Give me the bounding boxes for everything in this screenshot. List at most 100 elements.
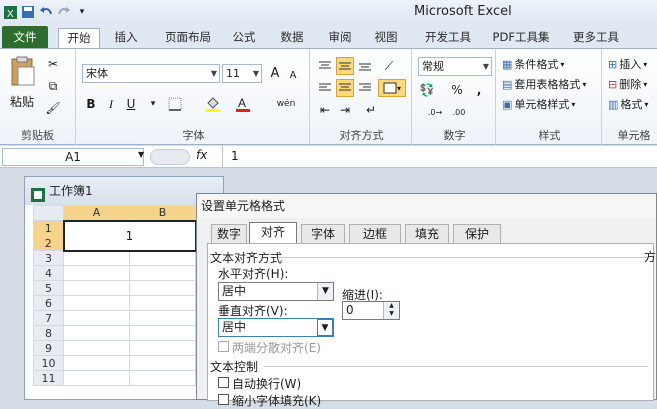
distributed-checkbox[interactable] [218, 341, 229, 352]
grid-cell[interactable] [129, 280, 196, 296]
row-header[interactable]: 10 [33, 355, 64, 371]
merge-center-icon[interactable]: ▾ [378, 79, 406, 97]
row-header[interactable]: 2 [33, 235, 64, 251]
grid-cell[interactable] [63, 295, 130, 311]
borders-icon[interactable] [166, 95, 184, 113]
vertical-align-select[interactable]: 居中 ▼ [218, 318, 334, 337]
table-format-button[interactable]: ▤ 套用表格格式 ▾ [502, 75, 586, 93]
format-cells-button[interactable]: ▥ 格式 ▾ [608, 95, 648, 113]
grid-cell[interactable] [129, 250, 196, 266]
grow-font-button[interactable]: A [266, 64, 284, 82]
dialog-tab-number[interactable]: 数字 [211, 224, 247, 243]
row-header[interactable]: 5 [33, 280, 64, 296]
row-header[interactable]: 9 [33, 340, 64, 356]
indent-stepper[interactable]: 0 ▲ ▼ [342, 301, 400, 320]
align-top-icon[interactable] [316, 57, 334, 75]
wrap-text-icon[interactable]: ↵ [362, 101, 380, 119]
font-color-icon[interactable]: A [234, 95, 252, 113]
grid-cell[interactable] [129, 325, 196, 341]
dialog-tab-fill[interactable]: 填充 [405, 224, 449, 243]
font-size-combo[interactable]: 11 ▼ [222, 64, 262, 83]
row-header[interactable]: 4 [33, 265, 64, 281]
grid-cell[interactable] [63, 265, 130, 281]
wrap-text-checkbox[interactable] [218, 377, 229, 388]
percent-button[interactable]: % [448, 81, 466, 99]
grid-cell[interactable] [63, 310, 130, 326]
tab-insert[interactable]: 插入 [106, 28, 146, 48]
grid-cell[interactable] [63, 355, 130, 371]
tab-file[interactable]: 文件 [2, 26, 48, 48]
column-header[interactable]: B [129, 205, 196, 221]
align-middle-icon[interactable] [336, 57, 354, 75]
grid-cell[interactable] [129, 310, 196, 326]
grid-cell[interactable] [63, 370, 130, 386]
tab-page-layout[interactable]: 页面布局 [158, 28, 218, 48]
copy-icon[interactable]: ⧉ [44, 77, 62, 95]
conditional-format-button[interactable]: ▦ 条件格式 ▾ [502, 55, 564, 73]
dialog-tab-alignment[interactable]: 对齐 [249, 222, 297, 244]
phonetic-button[interactable]: wén [274, 95, 298, 113]
row-header[interactable]: 3 [33, 250, 64, 266]
bold-button[interactable]: B [82, 95, 100, 113]
delete-cells-button[interactable]: ⊟ 删除 ▾ [608, 75, 647, 93]
redo-icon[interactable] [56, 4, 72, 20]
grid-cell[interactable] [129, 355, 196, 371]
formula-input[interactable]: 1 [222, 146, 654, 167]
align-bottom-icon[interactable] [356, 57, 374, 75]
grid-cell[interactable] [63, 325, 130, 341]
italic-button[interactable]: I [102, 95, 120, 113]
row-header[interactable]: 1 [33, 220, 64, 236]
grid-cell[interactable] [63, 250, 130, 266]
dialog-tab-protection[interactable]: 保护 [453, 224, 501, 243]
save-icon[interactable] [20, 4, 36, 20]
align-left-icon[interactable] [316, 79, 334, 97]
name-box-dropdown-icon[interactable]: ▼ [138, 150, 144, 159]
decrease-decimal-icon[interactable]: .00 [450, 103, 468, 121]
tab-review[interactable]: 审阅 [322, 28, 358, 48]
increase-decimal-icon[interactable]: .0→ [426, 103, 444, 121]
format-painter-icon[interactable]: 🖌 [44, 99, 62, 117]
fill-color-icon[interactable] [204, 95, 222, 113]
align-center-icon[interactable] [336, 79, 354, 97]
tab-home[interactable]: 开始 [58, 28, 100, 49]
spin-arrows-icon[interactable]: ▲ ▼ [383, 302, 399, 319]
grid-cell[interactable] [129, 370, 196, 386]
row-header[interactable]: 8 [33, 325, 64, 341]
grid-cell[interactable] [129, 295, 196, 311]
tab-developer[interactable]: 开发工具 [418, 28, 478, 48]
tab-formulas[interactable]: 公式 [226, 28, 262, 48]
shrink-font-button[interactable]: A [284, 66, 302, 84]
row-header[interactable]: 11 [33, 370, 64, 386]
spreadsheet-grid[interactable]: A B 1 1 2 3 4 5 6 7 8 9 10 11 [33, 205, 197, 386]
tab-view[interactable]: 视图 [368, 28, 404, 48]
text-orientation-icon[interactable]: ⟋ [380, 57, 398, 75]
grid-cell[interactable] [63, 340, 130, 356]
name-box[interactable]: A1 [2, 148, 144, 166]
paste-button[interactable]: 粘贴 [6, 55, 40, 115]
underline-button[interactable]: U [122, 95, 140, 113]
dialog-tab-font[interactable]: 字体 [301, 224, 345, 243]
tab-pdf-tools[interactable]: PDF工具集 [488, 28, 554, 48]
increase-indent-icon[interactable]: ⇥ [336, 101, 354, 119]
dialog-tab-border[interactable]: 边框 [349, 224, 401, 243]
insert-cells-button[interactable]: ⊞ 插入 ▾ [608, 55, 647, 73]
number-format-combo[interactable]: 常规 ▼ [418, 57, 492, 76]
cut-icon[interactable]: ✂ [44, 55, 62, 73]
cell-a1-merged[interactable]: 1 [62, 219, 197, 252]
font-name-combo[interactable]: 宋体 ▼ [82, 64, 220, 83]
currency-icon[interactable]: 💱 [418, 81, 436, 99]
column-header[interactable]: A [63, 205, 130, 221]
excel-logo-icon[interactable]: X [2, 4, 18, 20]
grid-cell[interactable] [129, 340, 196, 356]
align-right-icon[interactable] [356, 79, 374, 97]
tab-more-tools[interactable]: 更多工具 [566, 28, 626, 48]
comma-button[interactable]: , [470, 81, 488, 99]
tab-data[interactable]: 数据 [274, 28, 310, 48]
horizontal-align-select[interactable]: 居中 ▼ [218, 282, 334, 301]
cell-styles-button[interactable]: ▣ 单元格样式 ▾ [502, 95, 575, 113]
fx-icon[interactable]: fx [196, 148, 207, 162]
grid-cell[interactable] [129, 265, 196, 281]
undo-icon[interactable] [38, 4, 54, 20]
underline-dropdown-icon[interactable]: ▾ [144, 95, 162, 113]
select-all-corner[interactable] [33, 205, 64, 221]
